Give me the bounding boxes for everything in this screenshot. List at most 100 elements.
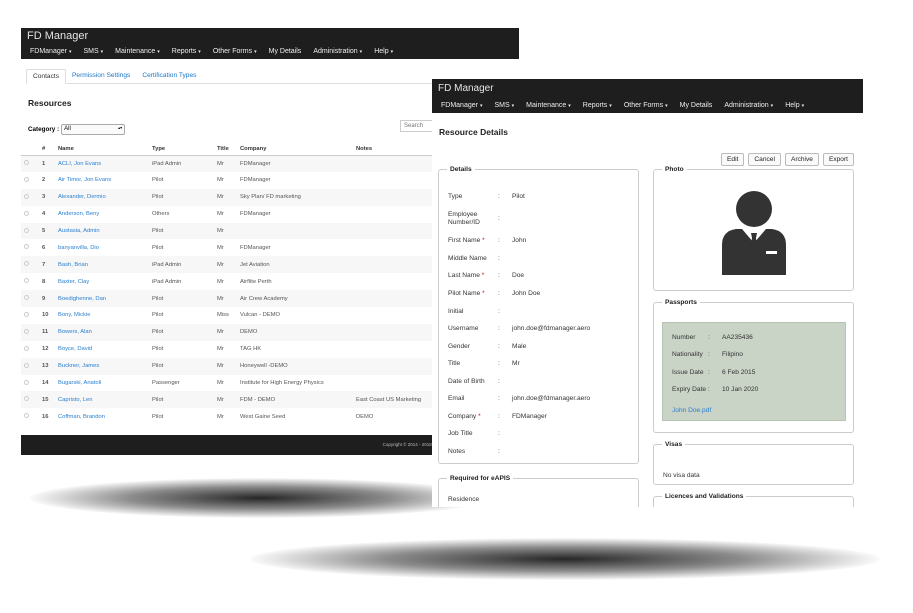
brand-title[interactable]: FD Manager bbox=[21, 28, 519, 45]
cell-title: Mr bbox=[214, 391, 237, 409]
column-header-type[interactable]: Type bbox=[149, 143, 214, 156]
row-checkbox[interactable] bbox=[24, 227, 29, 233]
row-checkbox[interactable] bbox=[24, 193, 29, 199]
row-checkbox[interactable] bbox=[24, 160, 29, 166]
chevron-down-icon: ▾ bbox=[665, 103, 668, 109]
field-value: john.doe@fdmanager.aero bbox=[512, 395, 591, 402]
row-checkbox[interactable] bbox=[24, 261, 29, 267]
resource-name-link[interactable]: Boyce, David bbox=[58, 346, 92, 352]
menu-item-reports[interactable]: Reports ▾ bbox=[577, 98, 618, 113]
tab-permission-settings[interactable]: Permission Settings bbox=[66, 69, 136, 83]
field-label: Pilot Name * bbox=[448, 290, 498, 298]
menu-item-reports[interactable]: Reports ▾ bbox=[166, 45, 207, 59]
passport-file-link[interactable]: John Doe.pdf bbox=[672, 407, 711, 414]
menu-item-help[interactable]: Help ▾ bbox=[368, 45, 399, 59]
row-checkbox[interactable] bbox=[24, 176, 29, 182]
row-checkbox[interactable] bbox=[24, 362, 29, 368]
field-separator: : bbox=[498, 395, 500, 402]
row-checkbox[interactable] bbox=[24, 244, 29, 250]
resource-name-link[interactable]: Bowers, Alan bbox=[58, 329, 92, 335]
passport-card: Number: AA235436 Nationality: Filipino Issue… bbox=[662, 322, 846, 421]
menu-item-label: SMS bbox=[83, 48, 99, 55]
column-header-title[interactable]: Title bbox=[214, 143, 237, 156]
row-checkbox[interactable] bbox=[24, 379, 29, 385]
resource-name-link[interactable]: Alexander, Dermio bbox=[58, 194, 106, 200]
column-header-name[interactable]: Name bbox=[55, 143, 149, 156]
brand-title[interactable]: FD Manager bbox=[432, 79, 863, 98]
field-separator: : bbox=[708, 351, 710, 358]
resource-name-link[interactable]: Capristo, Len bbox=[58, 397, 92, 403]
menu-item-administration[interactable]: Administration ▾ bbox=[307, 45, 368, 59]
row-checkbox[interactable] bbox=[24, 413, 29, 419]
photo-panel: Photo bbox=[653, 166, 854, 291]
resource-name-link[interactable]: Buckner, James bbox=[58, 363, 99, 369]
column-header-number[interactable]: # bbox=[39, 143, 55, 156]
tab-certification-types[interactable]: Certification Types bbox=[136, 69, 202, 83]
detail-row: Date of Birth: bbox=[448, 378, 512, 386]
field-value: John bbox=[512, 237, 527, 244]
row-checkbox[interactable] bbox=[24, 328, 29, 334]
tab-contacts[interactable]: Contacts bbox=[26, 69, 67, 84]
cell-name: Bony, Mickie bbox=[55, 307, 149, 324]
cell-n: 8 bbox=[42, 278, 46, 285]
visas-legend: Visas bbox=[665, 441, 683, 448]
chevron-down-icon: ▾ bbox=[801, 103, 805, 109]
column-header-company[interactable]: Company bbox=[237, 143, 353, 156]
resource-name-link[interactable]: Bony, Mickie bbox=[58, 312, 90, 318]
row-checkbox[interactable] bbox=[24, 295, 29, 301]
menu-item-sms[interactable]: SMS ▾ bbox=[77, 45, 109, 59]
export-button[interactable]: Export bbox=[822, 153, 854, 166]
resource-name-link[interactable]: Coffman, Brandon bbox=[58, 414, 105, 420]
menu-item-fdmanager[interactable]: FDManager ▾ bbox=[24, 45, 77, 59]
menu-item-my-details[interactable]: My Details bbox=[674, 98, 719, 113]
menu-item-other-forms[interactable]: Other Forms ▾ bbox=[618, 98, 674, 113]
category-select[interactable]: All bbox=[61, 124, 126, 135]
menu-item-sms[interactable]: SMS ▾ bbox=[488, 98, 520, 113]
menu-item-maintenance[interactable]: Maintenance ▾ bbox=[520, 98, 577, 113]
menu-item-maintenance[interactable]: Maintenance ▾ bbox=[109, 45, 166, 59]
avatar-head bbox=[736, 191, 772, 227]
edit-button[interactable]: Edit bbox=[721, 153, 745, 166]
chevron-down-icon: ▾ bbox=[770, 103, 774, 109]
archive-button[interactable]: Archive bbox=[784, 153, 819, 166]
row-select-cell bbox=[21, 239, 39, 256]
menu-item-label: Other Forms bbox=[212, 48, 253, 55]
cell-type: Pilot bbox=[149, 323, 214, 341]
menu-item-my-details[interactable]: My Details bbox=[263, 45, 308, 59]
menu-item-help[interactable]: Help ▾ bbox=[779, 98, 810, 113]
cell-n: 2 bbox=[42, 177, 46, 184]
field-separator: : bbox=[498, 343, 500, 350]
main-menu: FDManager ▾ SMS ▾ Maintenance ▾ Reports ▾ Other … bbox=[21, 45, 519, 59]
top-navbar: FD Manager FDManager ▾ SMS ▾ Maintenance ▾ Rep… bbox=[21, 28, 519, 59]
passports-legend: Passports bbox=[665, 299, 697, 306]
row-checkbox[interactable] bbox=[24, 396, 29, 402]
menu-item-administration[interactable]: Administration ▾ bbox=[718, 98, 779, 113]
cancel-button[interactable]: Cancel bbox=[748, 153, 781, 166]
menu-item-other-forms[interactable]: Other Forms ▾ bbox=[207, 45, 263, 59]
row-checkbox[interactable] bbox=[24, 278, 29, 284]
row-checkbox[interactable] bbox=[24, 311, 29, 317]
row-select-cell bbox=[21, 172, 39, 189]
resource-name-link[interactable]: Bugarski, Anatoli bbox=[58, 380, 101, 386]
resource-name-link[interactable]: banyanvilla, Dio bbox=[58, 245, 99, 251]
menu-item-fdmanager[interactable]: FDManager ▾ bbox=[435, 98, 488, 113]
resource-name-link[interactable]: Air Timor, Jon Evans bbox=[58, 177, 111, 183]
resource-name-link[interactable]: Anderson, Beny bbox=[58, 211, 99, 217]
field-label: Middle Name bbox=[448, 255, 498, 263]
chevron-down-icon: ▾ bbox=[390, 49, 394, 55]
passport-row: Number: AA235436 bbox=[672, 334, 753, 341]
field-label-text: Pilot Name bbox=[448, 290, 481, 297]
resource-name-link[interactable]: Boedighenne, Dan bbox=[58, 296, 106, 302]
row-checkbox[interactable] bbox=[24, 345, 29, 351]
resource-name-link[interactable]: ACLI, Jon Evans bbox=[58, 161, 101, 167]
resource-name-link[interactable]: Austasia, Admin bbox=[58, 228, 100, 234]
passports-panel: Passports Number: AA235436 Nationality: Fil… bbox=[653, 299, 854, 433]
resource-name-link[interactable]: Baxter, Clay bbox=[58, 279, 89, 285]
cell-title: Mr bbox=[214, 357, 237, 375]
resource-name-link[interactable]: Bash, Brian bbox=[58, 262, 88, 268]
cell-n: 11 bbox=[39, 323, 55, 341]
cell-company: FDM - DEMO bbox=[237, 391, 353, 409]
cell-name: Capristo, Len bbox=[55, 391, 149, 409]
row-checkbox[interactable] bbox=[24, 210, 29, 216]
cell-title: Mr bbox=[217, 211, 224, 218]
